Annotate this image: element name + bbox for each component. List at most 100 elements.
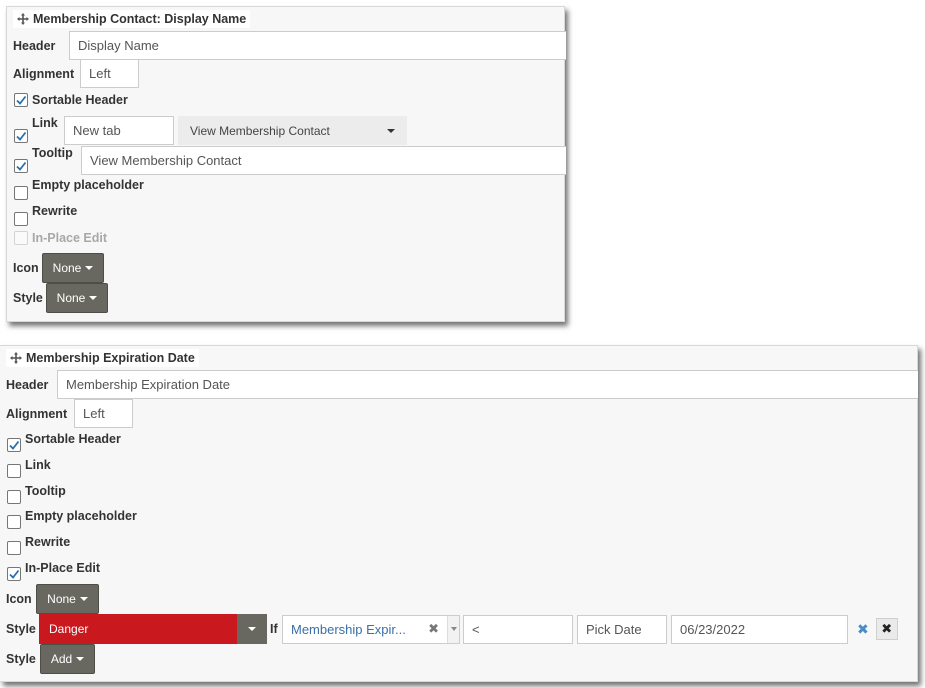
- tooltip-row: Tooltip: [7, 484, 66, 504]
- empty-placeholder-label: Empty placeholder: [25, 509, 137, 523]
- checkmark-icon: [9, 440, 20, 450]
- caret-down-icon: [79, 597, 88, 601]
- style-select-value: Danger: [39, 614, 237, 644]
- tooltip-label: Tooltip: [32, 146, 73, 160]
- alignment-select[interactable]: Left: [80, 59, 139, 88]
- icon-dropdown-button[interactable]: None: [36, 584, 99, 614]
- alignment-row: Alignment Left: [6, 399, 133, 428]
- style-rule-row: Style Danger If Membership Expir... ✖ < …: [6, 614, 898, 644]
- sortable-row: Sortable Header: [14, 93, 128, 107]
- rewrite-label: Rewrite: [25, 535, 71, 549]
- icon-row: Icon None: [6, 584, 99, 614]
- panel-title: Membership Expiration Date: [6, 349, 199, 367]
- caret-down-icon: [387, 128, 395, 133]
- checkmark-icon: [16, 161, 27, 171]
- tooltip-checkbox[interactable]: [14, 158, 28, 173]
- empty-placeholder-checkbox[interactable]: [7, 515, 21, 529]
- inplace-edit-label: In-Place Edit: [25, 561, 101, 575]
- alignment-row: Alignment Left: [13, 59, 139, 88]
- operator-input[interactable]: <: [463, 614, 573, 644]
- icon-dropdown-text: None: [52, 261, 82, 275]
- empty-placeholder-row: Empty placeholder: [14, 178, 144, 200]
- link-checkbox[interactable]: [14, 128, 28, 143]
- style-add-row: Style Add: [6, 644, 95, 674]
- link-action-text: View Membership Contact: [190, 123, 330, 138]
- checkmark-icon: [16, 95, 27, 105]
- remove-icon[interactable]: ✖: [875, 618, 898, 640]
- header-input[interactable]: Membership Expiration Date: [57, 370, 918, 399]
- membership-contact-panel: Membership Contact: Display Name Header …: [6, 6, 566, 322]
- style-add-label: Style: [6, 652, 36, 666]
- rewrite-row: Rewrite: [7, 535, 70, 555]
- header-row: Header Display Name: [13, 31, 566, 60]
- link-row: Link: [7, 458, 51, 478]
- caret-down-icon: [450, 627, 457, 631]
- add-style-text: Add: [50, 652, 73, 666]
- panel-title: Membership Contact: Display Name: [13, 10, 251, 28]
- sortable-checkbox[interactable]: [14, 93, 28, 107]
- header-input[interactable]: Display Name: [69, 31, 566, 60]
- tooltip-row: Tooltip View Membership Contact: [14, 146, 566, 175]
- sortable-label: Sortable Header: [32, 93, 128, 107]
- date-input[interactable]: 06/23/2022: [671, 614, 848, 644]
- icon-dropdown-text: None: [47, 592, 76, 606]
- inplace-edit-row: In-Place Edit: [14, 231, 107, 245]
- header-label: Header: [6, 377, 49, 392]
- icon-label: Icon: [6, 592, 32, 606]
- empty-placeholder-label: Empty placeholder: [32, 178, 144, 192]
- field-select-value: Membership Expir...: [291, 621, 406, 637]
- style-dropdown-text: None: [56, 291, 86, 305]
- style-select-toggle[interactable]: [237, 614, 267, 644]
- inplace-edit-label: In-Place Edit: [32, 231, 108, 245]
- caret-down-icon: [248, 627, 256, 631]
- empty-placeholder-checkbox[interactable]: [14, 186, 28, 200]
- link-checkbox[interactable]: [7, 464, 21, 478]
- clear-x-icon[interactable]: ✖: [428, 621, 439, 637]
- caret-down-icon: [89, 296, 98, 300]
- link-row: Link New tab View Membership Contact: [14, 116, 407, 145]
- checkmark-icon: [9, 569, 20, 579]
- inplace-edit-row: In-Place Edit: [7, 561, 100, 581]
- icon-label: Icon: [13, 261, 39, 275]
- icon-dropdown-button[interactable]: None: [42, 253, 104, 283]
- inplace-edit-checkbox[interactable]: [7, 567, 21, 581]
- style-label: Style: [13, 291, 43, 305]
- alignment-label: Alignment: [6, 406, 68, 421]
- sortable-row: Sortable Header: [7, 432, 121, 452]
- if-label: If: [270, 622, 278, 636]
- link-label: Link: [32, 116, 58, 130]
- move-icon[interactable]: [17, 13, 29, 25]
- clear-x-icon[interactable]: ✖: [857, 621, 869, 638]
- sortable-checkbox[interactable]: [7, 438, 21, 452]
- style-select[interactable]: Danger: [39, 614, 267, 644]
- rewrite-row: Rewrite: [14, 204, 77, 226]
- link-target-input[interactable]: New tab: [64, 116, 174, 145]
- panel-title-text: Membership Contact: Display Name: [33, 12, 247, 26]
- caret-down-icon: [76, 657, 85, 661]
- link-action-select[interactable]: View Membership Contact: [178, 116, 407, 145]
- icon-row: Icon None: [13, 253, 104, 283]
- tooltip-label: Tooltip: [25, 484, 66, 498]
- field-select-toggle[interactable]: [447, 615, 459, 643]
- membership-expiration-panel: Membership Expiration Date Header Member…: [0, 345, 918, 682]
- alignment-label: Alignment: [13, 66, 75, 81]
- rewrite-checkbox[interactable]: [14, 212, 28, 226]
- header-row: Header Membership Expiration Date: [6, 370, 918, 399]
- panel-title-text: Membership Expiration Date: [26, 351, 195, 365]
- checkmark-icon: [16, 131, 27, 141]
- alignment-select[interactable]: Left: [74, 399, 133, 428]
- caret-down-icon: [85, 266, 94, 270]
- tooltip-input[interactable]: View Membership Contact: [81, 146, 566, 175]
- empty-placeholder-row: Empty placeholder: [7, 509, 137, 529]
- tooltip-checkbox[interactable]: [7, 490, 21, 504]
- add-style-button[interactable]: Add: [40, 644, 95, 674]
- pick-date-button[interactable]: Pick Date: [577, 614, 667, 644]
- rewrite-label: Rewrite: [32, 204, 78, 218]
- field-select[interactable]: Membership Expir... ✖: [282, 614, 460, 644]
- style-dropdown-button[interactable]: None: [46, 283, 108, 313]
- style-label: Style: [6, 622, 36, 636]
- move-icon[interactable]: [10, 352, 22, 364]
- style-row: Style None: [13, 283, 108, 313]
- sortable-label: Sortable Header: [25, 432, 121, 446]
- rewrite-checkbox[interactable]: [7, 541, 21, 555]
